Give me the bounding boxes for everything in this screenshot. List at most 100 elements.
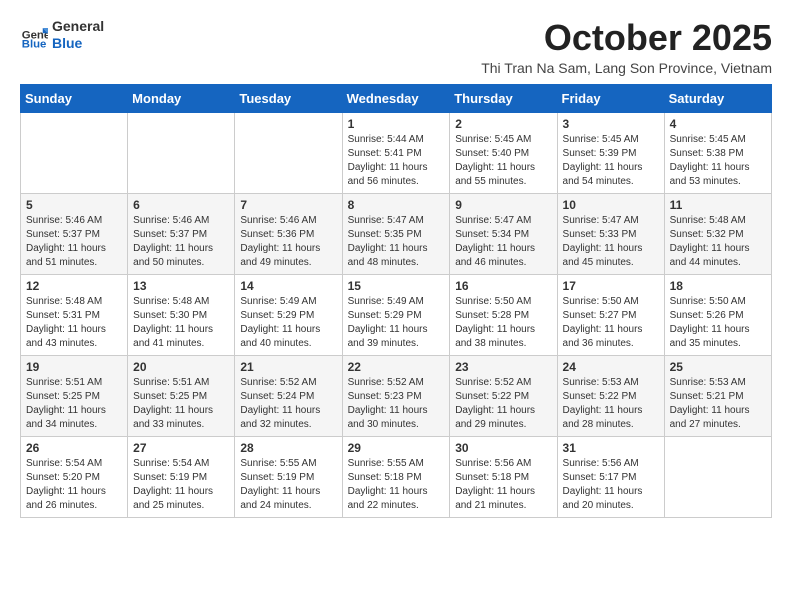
day-number: 27 bbox=[133, 441, 229, 455]
day-number: 20 bbox=[133, 360, 229, 374]
day-info: Sunrise: 5:50 AMSunset: 5:27 PMDaylight:… bbox=[563, 295, 659, 351]
day-cell: 6 Sunrise: 5:46 AMSunset: 5:37 PMDaylight… bbox=[128, 193, 235, 274]
day-cell bbox=[128, 112, 235, 193]
svg-text:Blue: Blue bbox=[22, 38, 47, 49]
week-row-2: 5 Sunrise: 5:46 AMSunset: 5:37 PMDaylight… bbox=[21, 193, 772, 274]
day-number: 23 bbox=[455, 360, 551, 374]
day-info: Sunrise: 5:49 AMSunset: 5:29 PMDaylight:… bbox=[348, 295, 445, 351]
day-info: Sunrise: 5:46 AMSunset: 5:37 PMDaylight:… bbox=[133, 214, 229, 270]
day-number: 18 bbox=[670, 279, 766, 293]
weekday-header-monday: Monday bbox=[128, 84, 235, 112]
day-info: Sunrise: 5:51 AMSunset: 5:25 PMDaylight:… bbox=[26, 376, 122, 432]
day-cell: 31 Sunrise: 5:56 AMSunset: 5:17 PMDayligh… bbox=[557, 436, 664, 517]
day-cell: 26 Sunrise: 5:54 AMSunset: 5:20 PMDayligh… bbox=[21, 436, 128, 517]
day-number: 31 bbox=[563, 441, 659, 455]
week-row-1: 1 Sunrise: 5:44 AMSunset: 5:41 PMDaylight… bbox=[21, 112, 772, 193]
day-info: Sunrise: 5:47 AMSunset: 5:34 PMDaylight:… bbox=[455, 214, 551, 270]
day-info: Sunrise: 5:48 AMSunset: 5:30 PMDaylight:… bbox=[133, 295, 229, 351]
weekday-header-wednesday: Wednesday bbox=[342, 84, 450, 112]
day-number: 8 bbox=[348, 198, 445, 212]
day-number: 28 bbox=[240, 441, 336, 455]
day-info: Sunrise: 5:48 AMSunset: 5:32 PMDaylight:… bbox=[670, 214, 766, 270]
day-cell: 18 Sunrise: 5:50 AMSunset: 5:26 PMDayligh… bbox=[664, 274, 771, 355]
day-number: 14 bbox=[240, 279, 336, 293]
day-number: 15 bbox=[348, 279, 445, 293]
weekday-header-saturday: Saturday bbox=[664, 84, 771, 112]
day-info: Sunrise: 5:56 AMSunset: 5:17 PMDaylight:… bbox=[563, 457, 659, 513]
day-cell: 20 Sunrise: 5:51 AMSunset: 5:25 PMDayligh… bbox=[128, 355, 235, 436]
day-info: Sunrise: 5:45 AMSunset: 5:38 PMDaylight:… bbox=[670, 133, 766, 189]
day-cell: 15 Sunrise: 5:49 AMSunset: 5:29 PMDayligh… bbox=[342, 274, 450, 355]
day-cell: 30Sunrise: 5:56 AMSunset: 5:18 PMDayligh… bbox=[450, 436, 557, 517]
day-cell: 16 Sunrise: 5:50 AMSunset: 5:28 PMDayligh… bbox=[450, 274, 557, 355]
day-info: Sunrise: 5:55 AMSunset: 5:18 PMDaylight:… bbox=[348, 457, 445, 513]
day-cell: 8 Sunrise: 5:47 AMSunset: 5:35 PMDaylight… bbox=[342, 193, 450, 274]
week-row-4: 19 Sunrise: 5:51 AMSunset: 5:25 PMDayligh… bbox=[21, 355, 772, 436]
weekday-header-friday: Friday bbox=[557, 84, 664, 112]
day-info: Sunrise: 5:53 AMSunset: 5:22 PMDaylight:… bbox=[563, 376, 659, 432]
day-info: Sunrise: 5:48 AMSunset: 5:31 PMDaylight:… bbox=[26, 295, 122, 351]
day-cell: 17 Sunrise: 5:50 AMSunset: 5:27 PMDayligh… bbox=[557, 274, 664, 355]
location-subtitle: Thi Tran Na Sam, Lang Son Province, Viet… bbox=[481, 60, 772, 76]
day-number: 12 bbox=[26, 279, 122, 293]
day-number: 9 bbox=[455, 198, 551, 212]
week-row-5: 26 Sunrise: 5:54 AMSunset: 5:20 PMDayligh… bbox=[21, 436, 772, 517]
day-cell: 9 Sunrise: 5:47 AMSunset: 5:34 PMDaylight… bbox=[450, 193, 557, 274]
day-info: Sunrise: 5:50 AMSunset: 5:28 PMDaylight:… bbox=[455, 295, 551, 351]
day-number: 1 bbox=[348, 117, 445, 131]
day-info: Sunrise: 5:53 AMSunset: 5:21 PMDaylight:… bbox=[670, 376, 766, 432]
day-number: 2 bbox=[455, 117, 551, 131]
day-number: 16 bbox=[455, 279, 551, 293]
day-number: 21 bbox=[240, 360, 336, 374]
logo-general: General bbox=[52, 18, 104, 35]
day-cell: 21 Sunrise: 5:52 AMSunset: 5:24 PMDayligh… bbox=[235, 355, 342, 436]
day-number: 4 bbox=[670, 117, 766, 131]
day-info: Sunrise: 5:52 AMSunset: 5:22 PMDaylight:… bbox=[455, 376, 551, 432]
day-cell: 19 Sunrise: 5:51 AMSunset: 5:25 PMDayligh… bbox=[21, 355, 128, 436]
title-block: October 2025 Thi Tran Na Sam, Lang Son P… bbox=[481, 18, 772, 76]
day-info: Sunrise: 5:45 AMSunset: 5:40 PMDaylight:… bbox=[455, 133, 551, 189]
day-info: Sunrise: 5:54 AMSunset: 5:19 PMDaylight:… bbox=[133, 457, 229, 513]
day-cell: 7Sunrise: 5:46 AMSunset: 5:36 PMDaylight… bbox=[235, 193, 342, 274]
day-info: Sunrise: 5:45 AMSunset: 5:39 PMDaylight:… bbox=[563, 133, 659, 189]
day-cell: 1 Sunrise: 5:44 AMSunset: 5:41 PMDaylight… bbox=[342, 112, 450, 193]
day-cell: 11 Sunrise: 5:48 AMSunset: 5:32 PMDayligh… bbox=[664, 193, 771, 274]
day-cell bbox=[664, 436, 771, 517]
day-info: Sunrise: 5:54 AMSunset: 5:20 PMDaylight:… bbox=[26, 457, 122, 513]
day-info: Sunrise: 5:46 AMSunset: 5:36 PMDaylight:… bbox=[240, 214, 336, 270]
day-cell: 13Sunrise: 5:48 AMSunset: 5:30 PMDayligh… bbox=[128, 274, 235, 355]
day-info: Sunrise: 5:50 AMSunset: 5:26 PMDaylight:… bbox=[670, 295, 766, 351]
day-number: 10 bbox=[563, 198, 659, 212]
weekday-header-row: SundayMondayTuesdayWednesdayThursdayFrid… bbox=[21, 84, 772, 112]
day-cell: 2 Sunrise: 5:45 AMSunset: 5:40 PMDaylight… bbox=[450, 112, 557, 193]
page-header: General Blue General Blue October 2025 T… bbox=[20, 18, 772, 76]
weekday-header-thursday: Thursday bbox=[450, 84, 557, 112]
day-number: 6 bbox=[133, 198, 229, 212]
day-cell: 27 Sunrise: 5:54 AMSunset: 5:19 PMDayligh… bbox=[128, 436, 235, 517]
day-cell: 24Sunrise: 5:53 AMSunset: 5:22 PMDayligh… bbox=[557, 355, 664, 436]
day-number: 17 bbox=[563, 279, 659, 293]
day-info: Sunrise: 5:44 AMSunset: 5:41 PMDaylight:… bbox=[348, 133, 445, 189]
weekday-header-sunday: Sunday bbox=[21, 84, 128, 112]
day-number: 30 bbox=[455, 441, 551, 455]
day-cell: 12 Sunrise: 5:48 AMSunset: 5:31 PMDayligh… bbox=[21, 274, 128, 355]
day-cell: 25 Sunrise: 5:53 AMSunset: 5:21 PMDayligh… bbox=[664, 355, 771, 436]
day-cell bbox=[235, 112, 342, 193]
day-cell: 5Sunrise: 5:46 AMSunset: 5:37 PMDaylight… bbox=[21, 193, 128, 274]
day-info: Sunrise: 5:52 AMSunset: 5:24 PMDaylight:… bbox=[240, 376, 336, 432]
day-number: 25 bbox=[670, 360, 766, 374]
day-number: 5 bbox=[26, 198, 122, 212]
calendar-table: SundayMondayTuesdayWednesdayThursdayFrid… bbox=[20, 84, 772, 518]
day-info: Sunrise: 5:51 AMSunset: 5:25 PMDaylight:… bbox=[133, 376, 229, 432]
day-number: 11 bbox=[670, 198, 766, 212]
day-info: Sunrise: 5:52 AMSunset: 5:23 PMDaylight:… bbox=[348, 376, 445, 432]
day-number: 19 bbox=[26, 360, 122, 374]
day-cell: 10 Sunrise: 5:47 AMSunset: 5:33 PMDayligh… bbox=[557, 193, 664, 274]
day-cell: 22Sunrise: 5:52 AMSunset: 5:23 PMDayligh… bbox=[342, 355, 450, 436]
day-number: 3 bbox=[563, 117, 659, 131]
week-row-3: 12 Sunrise: 5:48 AMSunset: 5:31 PMDayligh… bbox=[21, 274, 772, 355]
day-info: Sunrise: 5:47 AMSunset: 5:33 PMDaylight:… bbox=[563, 214, 659, 270]
day-number: 26 bbox=[26, 441, 122, 455]
day-cell: 23 Sunrise: 5:52 AMSunset: 5:22 PMDayligh… bbox=[450, 355, 557, 436]
day-info: Sunrise: 5:47 AMSunset: 5:35 PMDaylight:… bbox=[348, 214, 445, 270]
